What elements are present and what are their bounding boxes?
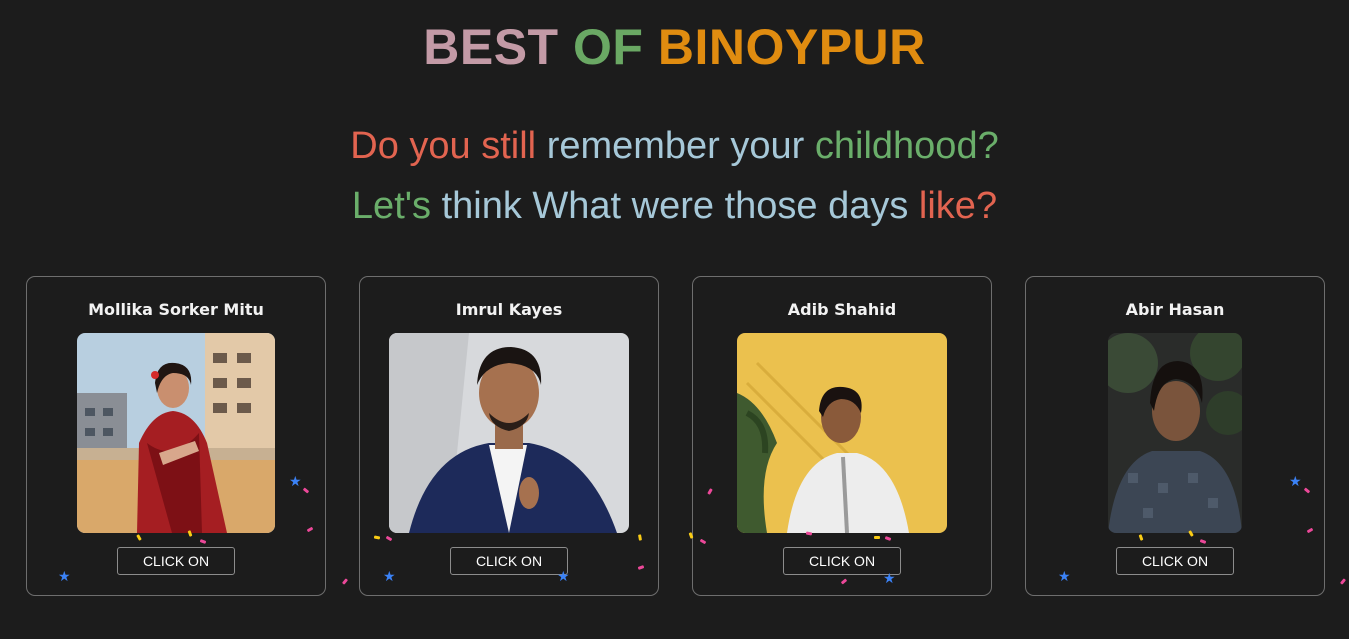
- card-name: Adib Shahid: [787, 300, 897, 319]
- tagline-part: like?: [918, 185, 998, 227]
- confetti-piece: [341, 578, 349, 585]
- star-icon: ★: [1289, 473, 1302, 489]
- tagline-part: childhood?: [814, 125, 999, 167]
- tagline-part: Let's: [351, 185, 432, 227]
- profile-photo-mollika: [77, 333, 275, 533]
- click-on-button[interactable]: CLICK ON: [450, 547, 568, 575]
- click-on-button[interactable]: CLICK ON: [117, 547, 235, 575]
- profile-photo-imrul: [389, 333, 629, 533]
- card-name: Imrul Kayes: [455, 300, 563, 319]
- title-word-best: BEST: [423, 19, 559, 75]
- tagline-line-1: Do you still remember your childhood?: [0, 124, 1349, 168]
- star-icon: ★: [58, 568, 71, 584]
- profile-photo-abir: [1108, 333, 1242, 533]
- page: BEST OF BINOYPUR Do you still remember y…: [0, 0, 1349, 639]
- confetti-piece: [1339, 578, 1347, 585]
- tagline-part: think What were those days: [441, 185, 909, 227]
- card-name: Abir Hasan: [1125, 300, 1225, 319]
- star-icon: ★: [557, 568, 570, 584]
- page-title: BEST OF BINOYPUR: [0, 18, 1349, 76]
- profile-card-adib: Adib Shahid CLICK ON: [692, 276, 992, 596]
- click-on-button[interactable]: CLICK ON: [1116, 547, 1234, 575]
- card-name: Mollika Sorker Mitu: [88, 300, 264, 319]
- star-icon: ★: [883, 570, 896, 586]
- tagline-line-2: Let's think What were those days like?: [0, 184, 1349, 228]
- star-icon: ★: [289, 473, 302, 489]
- profile-card-mollika: Mollika Sorker Mitu CLICK ON: [26, 276, 326, 596]
- star-icon: ★: [383, 568, 396, 584]
- tagline-part: remember your: [546, 125, 805, 167]
- profile-photo-adib: [737, 333, 947, 533]
- confetti-piece: [874, 536, 880, 539]
- profile-card-abir: Abir Hasan CLICK ON: [1025, 276, 1325, 596]
- title-word-of: OF: [573, 19, 644, 75]
- title-word-binoypur: BINOYPUR: [657, 19, 926, 75]
- profile-card-imrul: Imrul Kayes CLICK ON: [359, 276, 659, 596]
- tagline-part: Do you still: [350, 125, 537, 167]
- star-icon: ★: [1058, 568, 1071, 584]
